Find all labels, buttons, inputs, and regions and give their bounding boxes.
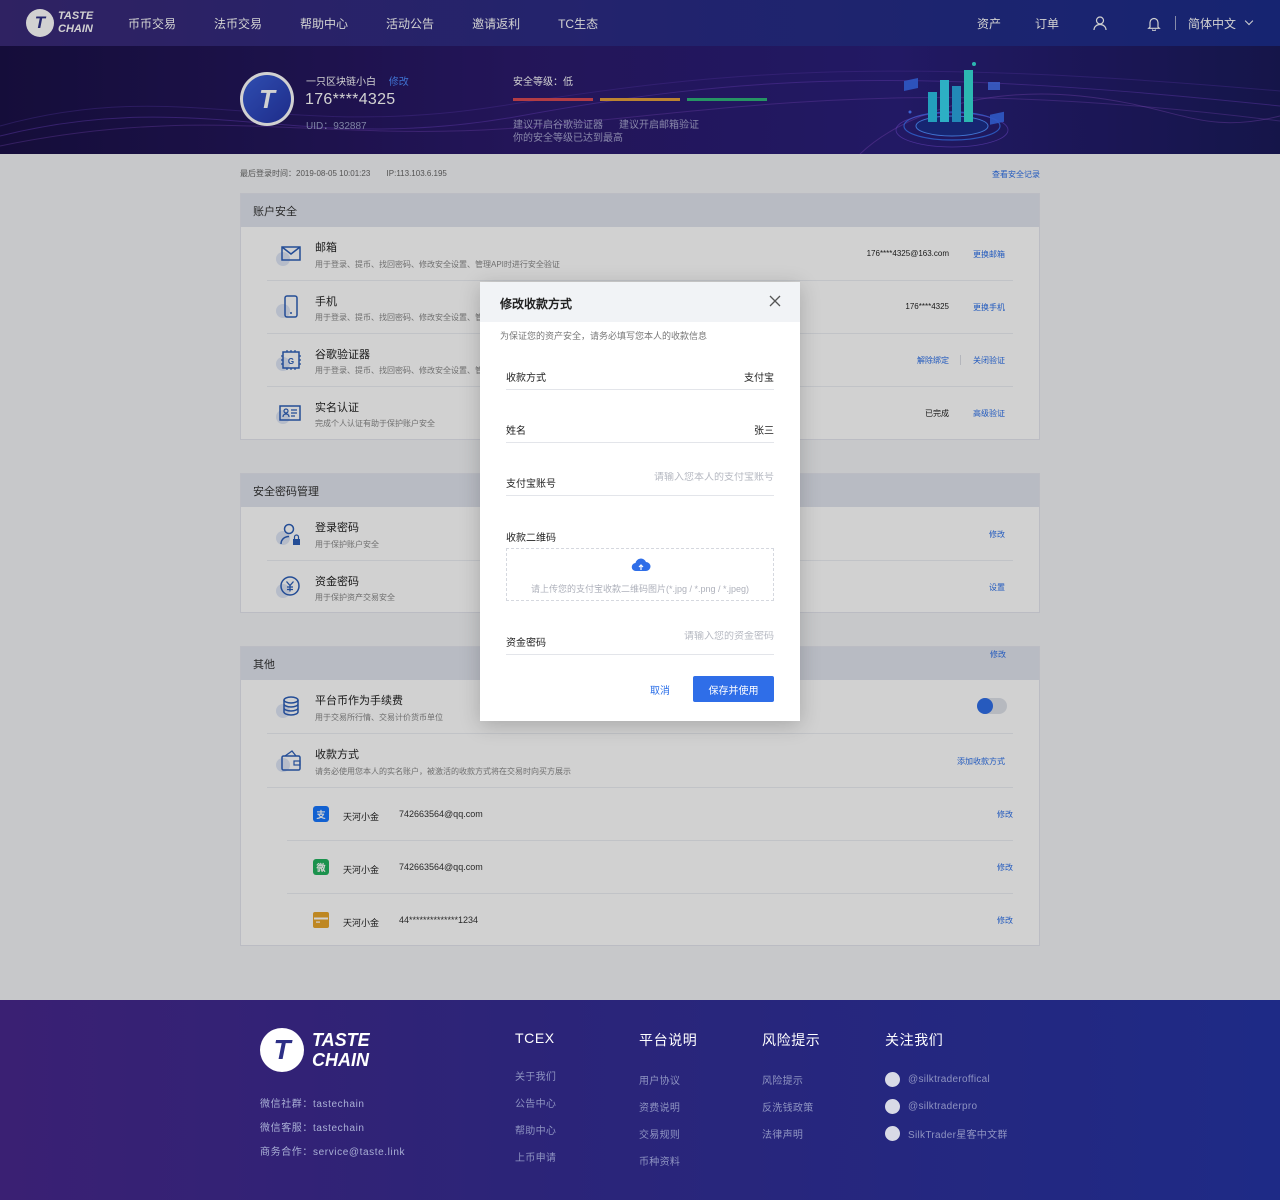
footer-column-follow: 关注我们 @silktraderoffical @silktraderpro S…: [885, 1030, 1008, 1153]
payment-method-field[interactable]: 收款方式 支付宝: [506, 364, 774, 390]
footer-column-title: 平台说明: [639, 1032, 698, 1048]
footer-column-title: 关注我们: [885, 1032, 944, 1048]
footer-wechat-service: 微信客服：tastechain: [260, 1123, 365, 1134]
edit-payment-method-modal: 修改收款方式 为保证您的资产安全，请务必填写您本人的收款信息 收款方式 支付宝 …: [480, 282, 800, 721]
field-label: 资金密码: [506, 638, 546, 649]
field-label: 姓名: [506, 426, 526, 437]
footer-column-tcex: TCEX 关于我们 公告中心 帮助中心 上币申请: [515, 1030, 556, 1176]
footer-link-aml[interactable]: 反洗钱政策: [762, 1099, 820, 1114]
footer-logo-line2: CHAIN: [312, 1050, 369, 1070]
footer-social-link[interactable]: @silktraderpro: [885, 1099, 1008, 1114]
social-avatar-icon: [885, 1126, 900, 1141]
name-value: 张三: [754, 426, 774, 437]
save-and-use-button[interactable]: 保存并使用: [693, 676, 774, 702]
payment-method-value[interactable]: 支付宝: [744, 369, 774, 384]
footer-social-link[interactable]: SilkTrader星客中文群: [885, 1126, 1008, 1141]
footer-social-link[interactable]: @silktraderoffical: [885, 1072, 1008, 1087]
modal-header: 修改收款方式: [480, 282, 800, 322]
footer-link-announcements[interactable]: 公告中心: [515, 1095, 556, 1110]
modal-subtitle: 为保证您的资产安全，请务必填写您本人的收款信息: [500, 331, 708, 341]
footer-logo-mark-icon: T: [260, 1028, 304, 1072]
footer-column-title: 风险提示: [762, 1032, 821, 1048]
social-handle: @silktraderpro: [908, 1101, 978, 1112]
name-field: 姓名 张三: [506, 417, 774, 443]
modal-title: 修改收款方式: [500, 297, 573, 311]
footer-logo-line1: TASTE: [312, 1030, 370, 1050]
footer-wechat-group: 微信社群：tastechain: [260, 1099, 365, 1110]
footer-business: 商务合作：service@taste.link: [260, 1147, 406, 1158]
footer-link-listing[interactable]: 上币申请: [515, 1149, 556, 1164]
field-label: 收款二维码: [506, 533, 556, 544]
alipay-account-input[interactable]: [604, 472, 774, 483]
social-avatar-icon: [885, 1072, 900, 1087]
social-avatar-icon: [885, 1099, 900, 1114]
alipay-account-field: 支付宝账号: [506, 470, 774, 496]
footer: T TASTE CHAIN 微信社群：tastechain 微信客服：taste…: [0, 1000, 1280, 1200]
footer-link-legal[interactable]: 法律声明: [762, 1126, 820, 1141]
footer-column-title: TCEX: [515, 1030, 555, 1046]
cancel-button[interactable]: 取消: [650, 682, 670, 697]
footer-link-user-agreement[interactable]: 用户协议: [639, 1072, 697, 1087]
footer-link-help[interactable]: 帮助中心: [515, 1122, 556, 1137]
social-handle: @silktraderoffical: [908, 1074, 991, 1085]
footer-column-risk: 风险提示 风险提示 反洗钱政策 法律声明: [762, 1030, 820, 1153]
close-icon[interactable]: [768, 294, 782, 308]
upload-hint: 请上传您的支付宝收款二维码图片(*.jpg / *.png / *.jpeg): [530, 584, 750, 594]
footer-logo[interactable]: T TASTE CHAIN: [260, 1028, 370, 1072]
footer-link-coin-info[interactable]: 币种资料: [639, 1153, 697, 1168]
field-label: 支付宝账号: [506, 479, 556, 490]
social-handle: SilkTrader星客中文群: [908, 1130, 1008, 1141]
footer-link-trading-rules[interactable]: 交易规则: [639, 1126, 697, 1141]
footer-column-platform: 平台说明 用户协议 资费说明 交易规则 币种资料: [639, 1030, 697, 1180]
qr-code-upload-area[interactable]: 请上传您的支付宝收款二维码图片(*.jpg / *.png / *.jpeg): [506, 548, 774, 601]
footer-link-about[interactable]: 关于我们: [515, 1068, 556, 1083]
cloud-upload-icon: [631, 558, 651, 572]
fund-password-input[interactable]: [604, 631, 774, 642]
qr-code-field: 收款二维码: [506, 524, 774, 544]
fund-password-field: 资金密码: [506, 629, 774, 655]
footer-link-fees[interactable]: 资费说明: [639, 1099, 697, 1114]
footer-link-risk[interactable]: 风险提示: [762, 1072, 820, 1087]
field-label: 收款方式: [506, 373, 546, 384]
